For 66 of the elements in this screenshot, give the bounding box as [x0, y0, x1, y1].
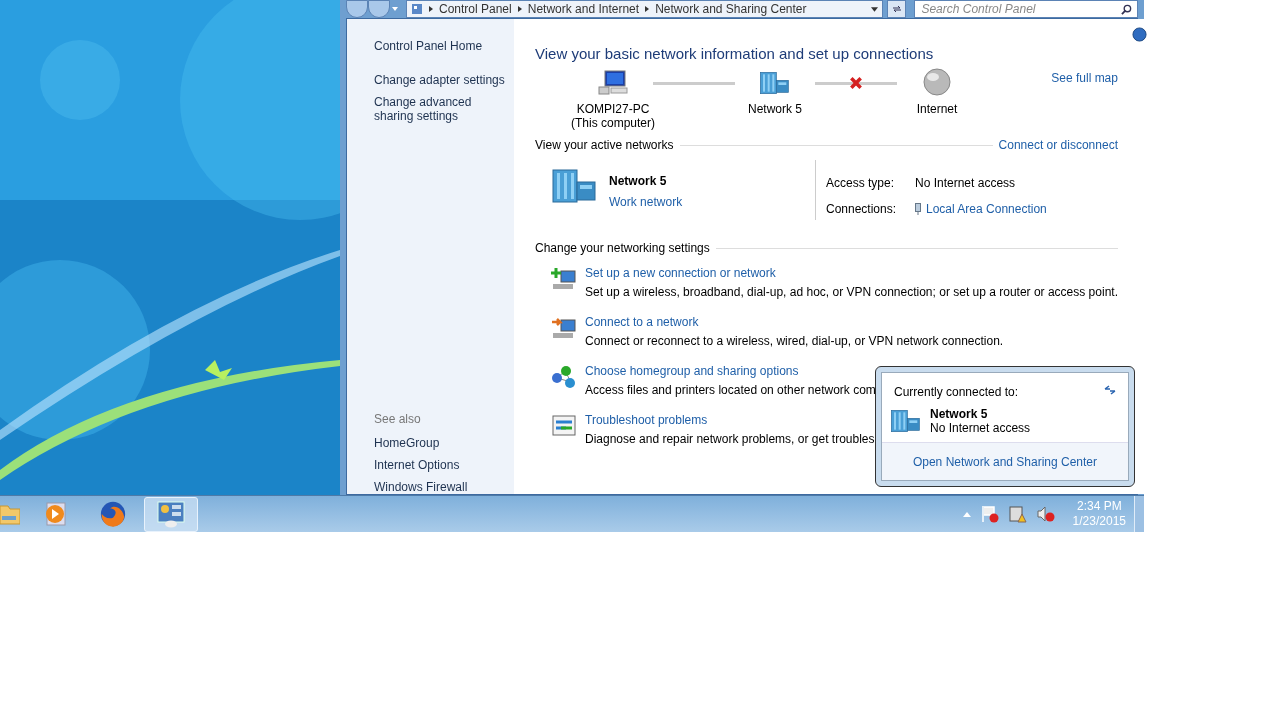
control-panel-icon: [157, 500, 185, 528]
forward-button[interactable]: [368, 0, 390, 18]
sidebar-link[interactable]: HomeGroup: [374, 436, 514, 450]
popup-network-name: Network 5: [930, 407, 989, 421]
ethernet-icon: [915, 203, 921, 215]
play-icon: [43, 501, 67, 527]
section-heading: View your active networks: [535, 137, 674, 154]
task-description: Access files and printers located on other network com: [585, 383, 876, 398]
see-also-heading: See also: [374, 411, 422, 428]
troubleshoot-icon: [551, 413, 577, 439]
breadcrumb-item[interactable]: Network and Sharing Center: [655, 0, 807, 18]
sidebar-link[interactable]: Change advanced sharing settings: [374, 95, 514, 123]
field-label: Access type:: [826, 175, 896, 192]
map-node-label: Network 5: [748, 102, 802, 116]
flag-error-icon[interactable]: [980, 505, 999, 523]
sidebar-link[interactable]: Control Panel Home: [374, 39, 514, 53]
search-field[interactable]: Search Control Panel: [914, 0, 1138, 18]
taskbar-button[interactable]: [144, 496, 198, 532]
task-description: Connect or reconnect to a wireless, wired, dial-up, or VPN network connection.: [585, 334, 1004, 349]
search-icon[interactable]: [1121, 4, 1132, 15]
control-panel-icon: [411, 3, 423, 15]
map-node-label: KOMPI27-PC: [576, 102, 650, 116]
address-bar[interactable]: Control Panel Network and Internet Network and Sharing Center: [406, 0, 883, 18]
sidebar-link[interactable]: Change adapter settings: [374, 73, 514, 87]
computer-icon: [597, 69, 629, 97]
breadcrumb-item[interactable]: Control Panel: [439, 0, 512, 18]
map-node-sublabel: (This computer): [571, 116, 655, 130]
section-heading: Change your networking settings: [535, 240, 710, 257]
task-link[interactable]: Choose homegroup and sharing options: [585, 364, 876, 379]
task-link[interactable]: Connect to a network: [585, 315, 1004, 330]
breadcrumb-item[interactable]: Network and Internet: [527, 0, 640, 18]
speaker-muted-icon[interactable]: [1036, 505, 1055, 523]
field-value: No Internet access: [915, 175, 1017, 192]
globe-icon: [922, 67, 952, 97]
network-icon: [551, 168, 599, 204]
field-label: Connections:: [826, 201, 898, 218]
dropdown-caret-icon[interactable]: [870, 6, 878, 12]
connection-link[interactable]: Local Area Connection: [926, 200, 1047, 218]
browser-icon: [99, 500, 127, 528]
map-node-label: Internet: [916, 102, 958, 116]
folder-icon: [0, 502, 20, 526]
network-name: Network 5: [609, 173, 668, 190]
popup-heading: Currently connected to:: [894, 384, 1019, 401]
task-description: Diagnose and repair network problems, or get troubles: [585, 432, 875, 447]
breadcrumb-arrow-icon[interactable]: [645, 6, 650, 12]
refresh-icon[interactable]: [891, 4, 902, 14]
task-description: Set up a wireless, broadband, dial-up, ad hoc, or VPN connection; or set up a router or access point.: [585, 285, 1118, 300]
network-icon: [890, 409, 922, 433]
see-full-map-link[interactable]: See full map: [1051, 69, 1118, 87]
task-link[interactable]: Troubleshoot problems: [585, 413, 875, 428]
popup-network-status: No Internet access: [930, 421, 1031, 435]
refresh-arrows-icon[interactable]: [1104, 385, 1116, 395]
back-button[interactable]: [346, 0, 368, 18]
sidebar-link[interactable]: Windows Firewall: [374, 480, 514, 494]
breadcrumb-arrow-icon[interactable]: [429, 6, 433, 12]
network-arrow-icon: [551, 315, 577, 341]
sidebar-link[interactable]: Internet Options: [374, 458, 514, 472]
task-link[interactable]: Set up a new connection or network: [585, 266, 1118, 281]
connect-or-disconnect-link[interactable]: Connect or disconnect: [998, 136, 1118, 154]
breadcrumb-arrow-icon[interactable]: [517, 6, 522, 12]
network-plus-icon: [551, 266, 577, 292]
network-type-link[interactable]: Work network: [609, 193, 683, 211]
homegroup-icon: [551, 364, 577, 390]
network-warning-icon[interactable]: [1008, 505, 1027, 523]
page-title: View your basic network information and set up connections: [535, 45, 935, 63]
network-icon: [759, 69, 791, 97]
